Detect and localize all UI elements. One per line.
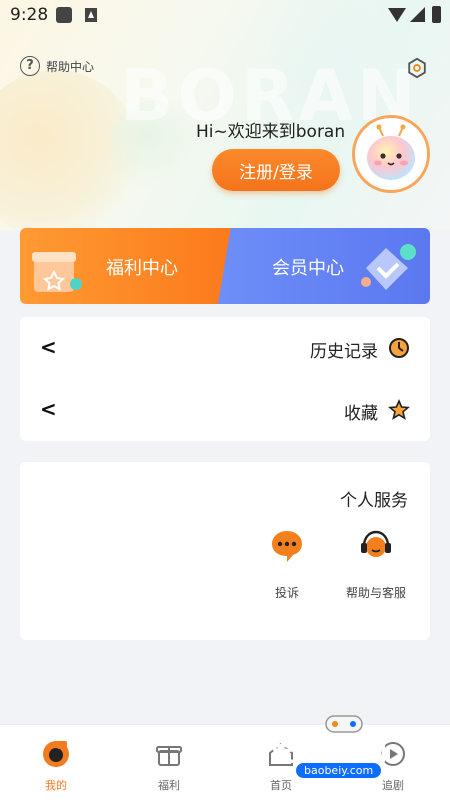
member-center-label: 会员中心	[272, 258, 344, 279]
member-center-card[interactable]: 会员中心	[218, 228, 430, 304]
notification-icon	[56, 7, 72, 23]
battery-icon	[432, 6, 441, 23]
status-bar: 9:28	[0, 0, 450, 30]
gear-icon[interactable]	[406, 57, 428, 79]
complaint-label: 投诉	[274, 586, 299, 600]
avatar-mascot-icon	[367, 124, 415, 180]
complaint-button[interactable]: 投诉	[247, 528, 327, 601]
stamp-url: baobeiy.com	[296, 763, 382, 778]
diamond-badge-icon	[361, 244, 416, 290]
welfare-center-label: 福利中心	[106, 258, 178, 279]
history-row[interactable]: < 历史记录	[20, 317, 430, 377]
records-panel: < 历史记录 < 收藏	[20, 317, 430, 441]
welcome-text: Hi~欢迎来到boran	[196, 122, 346, 142]
favorites-label: 收藏	[344, 404, 378, 424]
tab-welfare[interactable]: 福利	[134, 739, 204, 793]
status-time: 9:28	[10, 5, 49, 25]
welfare-center-card[interactable]: 福利中心	[20, 228, 232, 304]
help-center-label: 帮助中心	[46, 59, 95, 74]
help-service-button[interactable]: 帮助与客服	[336, 528, 416, 601]
app-notification-icon	[85, 8, 97, 22]
services-title: 个人服务	[340, 491, 408, 511]
headset-icon	[361, 530, 391, 557]
star-icon	[388, 399, 410, 420]
chat-bubble-icon	[272, 531, 302, 562]
benefit-cards: 福利中心 会员中心	[20, 228, 430, 304]
chevron-left-icon: <	[40, 335, 57, 359]
history-label: 历史记录	[310, 342, 378, 362]
help-center-link[interactable]: ? 帮助中心	[20, 56, 94, 76]
chevron-left-icon: <	[40, 397, 57, 421]
tab-mine-label: 我的	[45, 779, 67, 792]
profile-icon	[43, 741, 69, 767]
site-watermark-stamp: 宝贝游戏网 baobeiy.com	[271, 706, 422, 786]
login-register-button[interactable]: 注册/登录	[212, 149, 340, 191]
gift-box-icon	[32, 252, 82, 292]
help-service-label: 帮助与客服	[345, 586, 406, 600]
gift-icon	[156, 746, 182, 766]
question-icon: ?	[20, 56, 40, 76]
clock-icon	[389, 338, 409, 358]
avatar[interactable]	[352, 115, 430, 193]
signal-icon	[410, 7, 425, 22]
wifi-icon	[388, 8, 406, 22]
favorites-row[interactable]: < 收藏	[20, 379, 430, 439]
personal-services-panel: 个人服务 投诉 帮助与客服	[20, 462, 430, 640]
tab-welfare-label: 福利	[158, 779, 180, 792]
gamepad-icon	[325, 715, 363, 733]
tab-mine[interactable]: 我的	[21, 739, 91, 793]
